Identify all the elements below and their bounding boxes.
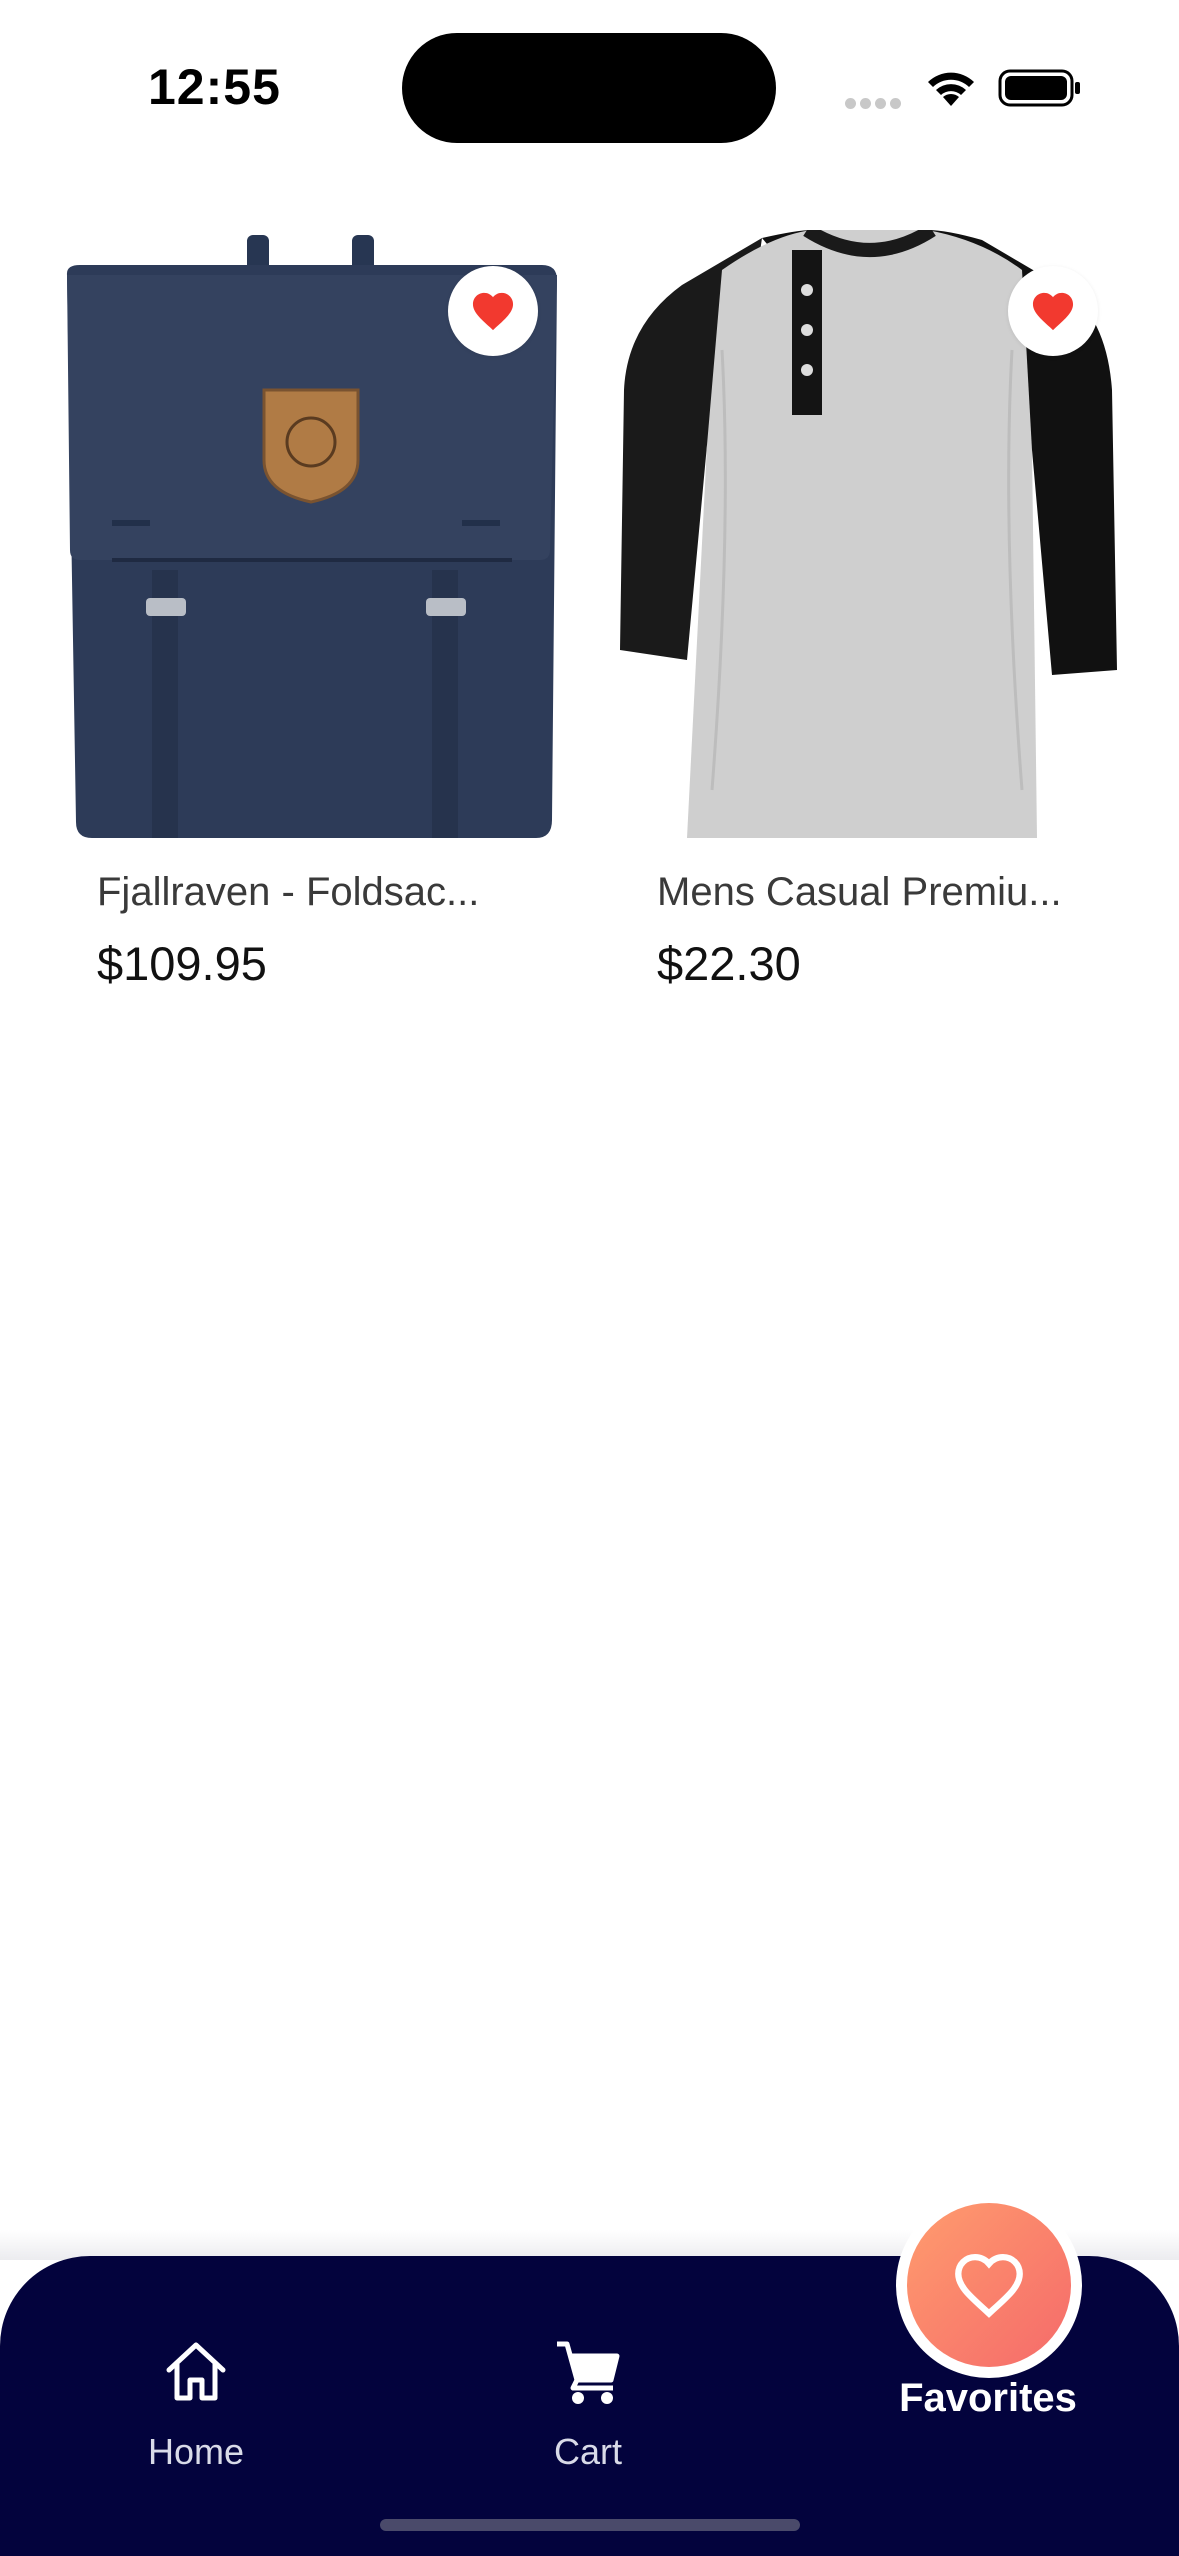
product-card[interactable]: Fjallraven - Foldsac... $109.95 xyxy=(52,230,562,990)
nav-label-cart: Cart xyxy=(553,2431,622,2472)
battery-icon xyxy=(998,69,1080,107)
heart-filled-icon xyxy=(472,292,514,331)
dynamic-island xyxy=(402,33,776,143)
bottom-nav: Home Cart Favorites xyxy=(0,2192,1179,2556)
favorite-toggle[interactable] xyxy=(448,266,538,356)
heart-filled-icon xyxy=(1032,292,1074,331)
favorite-toggle[interactable] xyxy=(1008,266,1098,356)
nav-item-favorites[interactable]: Favorites xyxy=(848,2192,1128,2496)
nav-label-home: Home xyxy=(147,2431,245,2472)
status-bar: 12:55 xyxy=(0,0,1179,170)
heart-icon xyxy=(955,2253,1023,2318)
product-price: $109.95 xyxy=(97,937,267,990)
cart-icon xyxy=(557,2341,620,2404)
product-title[interactable]: Mens Casual Premiu... xyxy=(657,870,1097,915)
home-indicator xyxy=(380,2519,800,2531)
product-image-shirt[interactable] xyxy=(612,230,1122,840)
signal-icon xyxy=(845,96,905,109)
product-price: $22.30 xyxy=(657,937,801,990)
favorites-active-circle xyxy=(907,2203,1071,2367)
product-card[interactable]: Mens Casual Premiu... $22.30 xyxy=(612,230,1122,990)
wifi-icon xyxy=(928,72,974,106)
favorites-active-bubble[interactable] xyxy=(896,2192,1082,2378)
status-time: 12:55 xyxy=(148,59,281,115)
nav-item-home[interactable]: Home xyxy=(66,2256,326,2472)
product-title[interactable]: Fjallraven - Foldsac... xyxy=(97,870,537,915)
product-image-backpack[interactable] xyxy=(52,230,562,840)
nav-label-favorites: Favorites xyxy=(899,2376,1077,2420)
home-icon xyxy=(166,2342,226,2401)
nav-item-cart[interactable]: Cart xyxy=(458,2256,718,2472)
